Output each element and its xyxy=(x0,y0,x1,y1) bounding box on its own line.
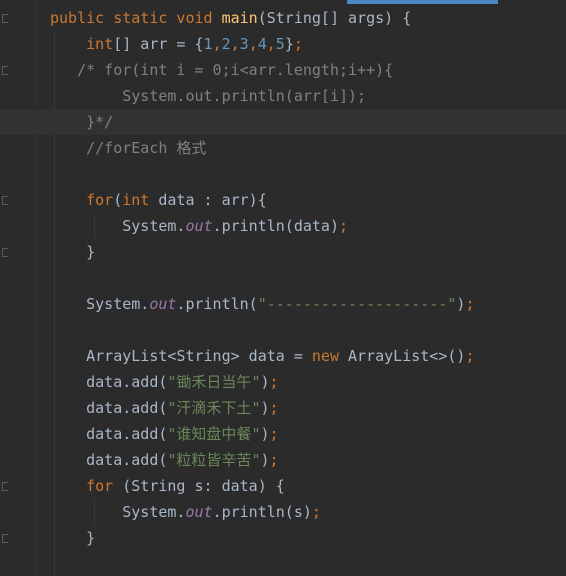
code-token: 3 xyxy=(239,35,249,53)
editor-gutter[interactable] xyxy=(0,0,38,576)
code-line[interactable]: } xyxy=(50,239,566,265)
code-token: ; xyxy=(311,503,321,521)
code-line[interactable]: System.out.println(arr[i]); xyxy=(50,83,566,109)
code-token: for xyxy=(86,477,123,495)
code-token: new xyxy=(311,347,349,365)
code-token: ; xyxy=(269,451,279,469)
code-line[interactable]: } xyxy=(50,525,566,551)
code-token: for xyxy=(86,191,114,209)
code-token: int xyxy=(86,35,114,53)
code-token: (String s: data) { xyxy=(122,477,285,495)
code-token: ) xyxy=(260,373,270,391)
code-token: , xyxy=(212,35,222,53)
code-token: (String[] args) { xyxy=(257,9,412,27)
code-line[interactable]: data.add("粒粒皆辛苦"); xyxy=(50,447,566,473)
code-line[interactable]: //forEach 格式 xyxy=(50,135,566,161)
code-token: ; xyxy=(465,295,475,313)
fold-icon[interactable] xyxy=(2,482,8,491)
code-token: ; xyxy=(465,347,475,365)
code-token: , xyxy=(248,35,258,53)
fold-icon[interactable] xyxy=(2,66,8,75)
code-token: } xyxy=(284,35,294,53)
code-token: out xyxy=(185,503,213,521)
code-token: 2 xyxy=(221,35,231,53)
code-line[interactable]: ​ xyxy=(50,161,566,187)
code-line[interactable]: ​ xyxy=(50,265,566,291)
code-token: System. xyxy=(50,295,150,313)
code-token: "汗滴禾下土" xyxy=(167,399,261,417)
code-token: "谁知盘中餐" xyxy=(167,425,261,443)
code-token: ) xyxy=(260,451,270,469)
code-token: //forEach 格式 xyxy=(50,139,207,157)
code-token: data : arr){ xyxy=(149,191,267,209)
fold-icon[interactable] xyxy=(2,248,8,257)
code-token: int xyxy=(122,191,150,209)
code-token: ; xyxy=(293,35,303,53)
code-token: ; xyxy=(269,425,279,443)
code-token: "--------------------" xyxy=(257,295,457,313)
code-token: ; xyxy=(339,217,349,235)
code-line[interactable]: }*/ xyxy=(0,109,566,135)
code-line[interactable]: ​ xyxy=(50,317,566,343)
code-text[interactable]: public static void main(String[] args) {… xyxy=(0,5,566,551)
code-token: System. xyxy=(50,503,186,521)
code-token: , xyxy=(230,35,240,53)
code-token: System.out.println(arr[i]); xyxy=(50,87,367,105)
code-token: .println(s) xyxy=(212,503,312,521)
code-line[interactable]: data.add("汗滴禾下土"); xyxy=(50,395,566,421)
scroll-indicator[interactable] xyxy=(347,0,498,4)
code-line[interactable]: System.out.println("--------------------… xyxy=(50,291,566,317)
code-token: ; xyxy=(269,373,279,391)
code-line[interactable]: /* for(int i = 0;i<arr.length;i++){ xyxy=(50,57,566,83)
code-token: 4 xyxy=(257,35,267,53)
code-token: 1 xyxy=(203,35,213,53)
code-token: data.add( xyxy=(50,373,168,391)
code-token: ArrayList<String> data = xyxy=(50,347,312,365)
code-line[interactable]: int[] arr = {1,2,3,4,5}; xyxy=(50,31,566,57)
code-token: out xyxy=(185,217,213,235)
code-token: } xyxy=(50,243,96,261)
code-token: [] arr = { xyxy=(113,35,204,53)
code-line[interactable]: System.out.println(data); xyxy=(50,213,566,239)
code-token: System. xyxy=(50,217,186,235)
code-token: }*/ xyxy=(50,113,114,131)
code-token: "锄禾日当午" xyxy=(167,373,261,391)
code-token: , xyxy=(266,35,276,53)
code-editor[interactable]: public static void main(String[] args) {… xyxy=(0,0,566,576)
code-line[interactable]: for (String s: data) { xyxy=(50,473,566,499)
fold-icon[interactable] xyxy=(2,14,8,23)
code-line[interactable]: System.out.println(s); xyxy=(50,499,566,525)
fold-icon[interactable] xyxy=(2,534,8,543)
code-token: out xyxy=(149,295,177,313)
code-token: .println(data) xyxy=(212,217,339,235)
code-token: ; xyxy=(269,399,279,417)
code-token: .println( xyxy=(176,295,258,313)
code-line[interactable]: public static void main(String[] args) { xyxy=(50,5,566,31)
gutter-divider xyxy=(36,0,37,576)
code-token: data.add( xyxy=(50,425,168,443)
code-token: ) xyxy=(260,425,270,443)
fold-icon[interactable] xyxy=(2,196,8,205)
code-token: public static void xyxy=(50,9,222,27)
code-line[interactable]: for(int data : arr){ xyxy=(50,187,566,213)
code-token: data.add( xyxy=(50,399,168,417)
code-line[interactable]: ArrayList<String> data = new ArrayList<>… xyxy=(50,343,566,369)
code-token: ArrayList<>() xyxy=(348,347,466,365)
code-token: 5 xyxy=(275,35,285,53)
code-token: ) xyxy=(260,399,270,417)
code-line[interactable]: data.add("锄禾日当午"); xyxy=(50,369,566,395)
code-token: } xyxy=(50,529,96,547)
code-token: /* for(int i = 0;i<arr.length;i++){ xyxy=(50,61,394,79)
code-token: ( xyxy=(113,191,123,209)
code-token: data.add( xyxy=(50,451,168,469)
code-line[interactable]: data.add("谁知盘中餐"); xyxy=(50,421,566,447)
code-token: main xyxy=(221,9,258,27)
code-token: "粒粒皆辛苦" xyxy=(167,451,261,469)
